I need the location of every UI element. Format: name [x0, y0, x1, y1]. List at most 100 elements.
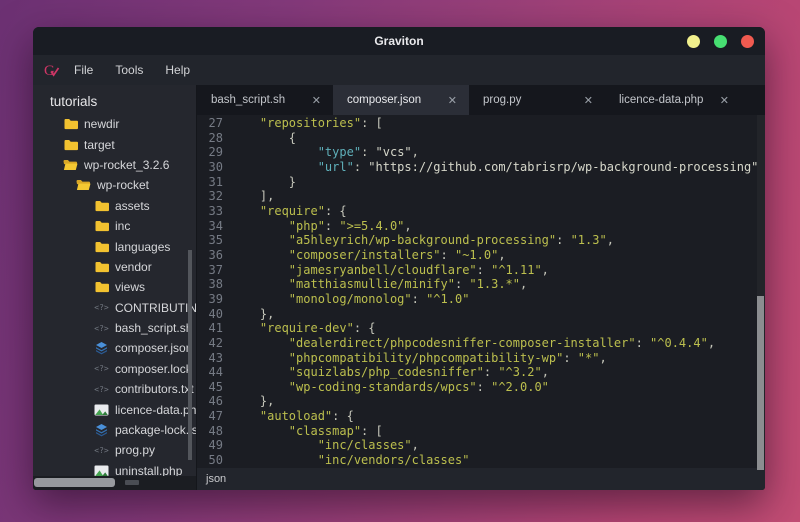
code-line[interactable]: 34 "php": ">=5.4.0", — [197, 219, 765, 234]
tab-close-icon[interactable]: ✕ — [584, 94, 593, 107]
line-number: 33 — [197, 204, 231, 219]
titlebar[interactable]: Graviton — [33, 27, 765, 55]
code-line[interactable]: 31 } — [197, 175, 765, 190]
tab-close-icon[interactable]: ✕ — [448, 94, 457, 107]
line-number: 36 — [197, 248, 231, 263]
line-number: 40 — [197, 307, 231, 322]
tree-item-label: target — [84, 138, 115, 152]
tab-licence-data.php[interactable]: licence-data.php✕ — [605, 85, 741, 115]
tree-item-contributing.[interactable]: <?>CONTRIBUTING. — [33, 298, 196, 318]
folder-icon — [95, 220, 109, 232]
tree-item-target[interactable]: target — [33, 134, 196, 154]
code-line[interactable]: 36 "composer/installers": "~1.0", — [197, 248, 765, 263]
tree-item-label: licence-data.php — [115, 403, 197, 417]
code-file-icon: <?> — [94, 446, 108, 455]
line-number: 27 — [197, 116, 231, 131]
code-line[interactable]: 50 "inc/vendors/classes" — [197, 453, 765, 468]
menu-item-file[interactable]: File — [74, 63, 93, 77]
code-line[interactable]: 37 "jamesryanbell/cloudflare": "^1.11", — [197, 263, 765, 278]
tree-item-inc[interactable]: inc — [33, 216, 196, 236]
line-number: 45 — [197, 380, 231, 395]
folder-open-icon — [63, 159, 78, 171]
code-line[interactable]: 44 "squizlabs/php_codesniffer": "^3.2", — [197, 365, 765, 380]
tree-root-tutorials[interactable]: tutorials — [33, 85, 196, 114]
code-line[interactable]: 40 }, — [197, 307, 765, 322]
editor-vertical-scrollbar[interactable] — [757, 296, 764, 470]
line-number: 39 — [197, 292, 231, 307]
code-line[interactable]: 28 { — [197, 131, 765, 146]
tree-item-label: contributors.txt — [115, 382, 194, 396]
tab-close-icon[interactable]: ✕ — [720, 94, 729, 107]
tree-item-licence-data.php[interactable]: licence-data.php — [33, 399, 196, 419]
tree-item-label: newdir — [84, 117, 119, 131]
tree-item-languages[interactable]: languages — [33, 236, 196, 256]
code-file-icon: <?> — [94, 364, 108, 373]
tree-item-composer.lock[interactable]: <?>composer.lock — [33, 359, 196, 379]
code-file-icon: <?> — [94, 324, 108, 333]
file-explorer-sidebar: tutorials newdir target wp-rocket_3.2.6 wp-… — [33, 85, 197, 490]
code-line[interactable]: 49 "inc/classes", — [197, 438, 765, 453]
tab-bash-script.sh[interactable]: bash_script.sh✕ — [197, 85, 333, 115]
tree-item-views[interactable]: views — [33, 277, 196, 297]
code-editor[interactable]: 27 "repositories": [28 {29 "type": "vcs"… — [197, 115, 765, 468]
code-line[interactable]: 43 "phpcompatibility/phpcompatibility-wp… — [197, 351, 765, 366]
folder-icon — [95, 241, 109, 253]
line-number: 47 — [197, 409, 231, 424]
line-number: 32 — [197, 189, 231, 204]
menu-item-tools[interactable]: Tools — [115, 63, 143, 77]
tab-prog.py[interactable]: prog.py ✕ — [469, 85, 605, 115]
code-line[interactable]: 38 "matthiasmullie/minify": "1.3.*", — [197, 277, 765, 292]
line-number: 28 — [197, 131, 231, 146]
tab-label: prog.py — [483, 94, 521, 106]
maximize-button[interactable] — [714, 35, 727, 48]
code-line[interactable]: 30 "url": "https://github.com/tabrisrp/w… — [197, 160, 765, 175]
sidebar-horizontal-scrollbar[interactable] — [34, 478, 115, 487]
line-number: 37 — [197, 263, 231, 278]
minimize-button[interactable] — [687, 35, 700, 48]
code-line[interactable]: 45 "wp-coding-standards/wpcs": "^2.0.0" — [197, 380, 765, 395]
editor-pane: bash_script.sh✕composer.json✕prog.py✕lic… — [197, 85, 765, 490]
menubar: G FileToolsHelp — [33, 55, 765, 85]
tree-item-prog.py[interactable]: <?>prog.py — [33, 440, 196, 460]
code-line[interactable]: 32 ], — [197, 189, 765, 204]
tree-item-newdir[interactable]: newdir — [33, 114, 196, 134]
tree-item-vendor[interactable]: vendor — [33, 257, 196, 277]
line-number: 38 — [197, 277, 231, 292]
tree-item-assets[interactable]: assets — [33, 196, 196, 216]
tab-close-icon[interactable]: ✕ — [312, 94, 321, 107]
status-bar: json — [197, 468, 765, 490]
code-line[interactable]: 33 "require": { — [197, 204, 765, 219]
code-line[interactable]: 42 "dealerdirect/phpcodesniffer-composer… — [197, 336, 765, 351]
code-line[interactable]: 27 "repositories": [ — [197, 116, 765, 131]
folder-icon — [95, 200, 109, 212]
partially-visible-item — [125, 480, 139, 485]
line-number: 30 — [197, 160, 231, 175]
tree-item-package-lock.jsc[interactable]: package-lock.jsc — [33, 420, 196, 440]
tab-composer.json[interactable]: composer.json✕ — [333, 85, 469, 115]
line-number: 31 — [197, 175, 231, 190]
tree-item-label: wp-rocket — [97, 178, 149, 192]
tree-item-wp-rocket[interactable]: wp-rocket — [33, 175, 196, 195]
tree-item-label: composer.json — [115, 341, 192, 355]
tree-item-wp-rocket-3.2.6[interactable]: wp-rocket_3.2.6 — [33, 155, 196, 175]
code-line[interactable]: 39 "monolog/monolog": "^1.0" — [197, 292, 765, 307]
tree-item-composer.json[interactable]: composer.json — [33, 338, 196, 358]
tree-item-label: wp-rocket_3.2.6 — [84, 158, 169, 172]
json-file-icon — [95, 341, 108, 355]
tree-item-bash-script.sh[interactable]: <?>bash_script.sh — [33, 318, 196, 338]
menu-item-help[interactable]: Help — [165, 63, 190, 77]
tree-item-label: languages — [115, 240, 170, 254]
close-button[interactable] — [741, 35, 754, 48]
code-line[interactable]: 41 "require-dev": { — [197, 321, 765, 336]
code-line[interactable]: 48 "classmap": [ — [197, 424, 765, 439]
folder-icon — [64, 118, 78, 130]
sidebar-vertical-scrollbar[interactable] — [188, 250, 192, 460]
tree-item-contributors.txt[interactable]: <?>contributors.txt — [33, 379, 196, 399]
code-line[interactable]: 29 "type": "vcs", — [197, 145, 765, 160]
folder-open-icon — [76, 179, 91, 191]
code-line[interactable]: 46 }, — [197, 394, 765, 409]
line-number: 44 — [197, 365, 231, 380]
code-line[interactable]: 35 "a5hleyrich/wp-background-processing"… — [197, 233, 765, 248]
code-line[interactable]: 47 "autoload": { — [197, 409, 765, 424]
desktop-background: Graviton G FileToolsHelp tutorials newdi… — [0, 0, 800, 522]
